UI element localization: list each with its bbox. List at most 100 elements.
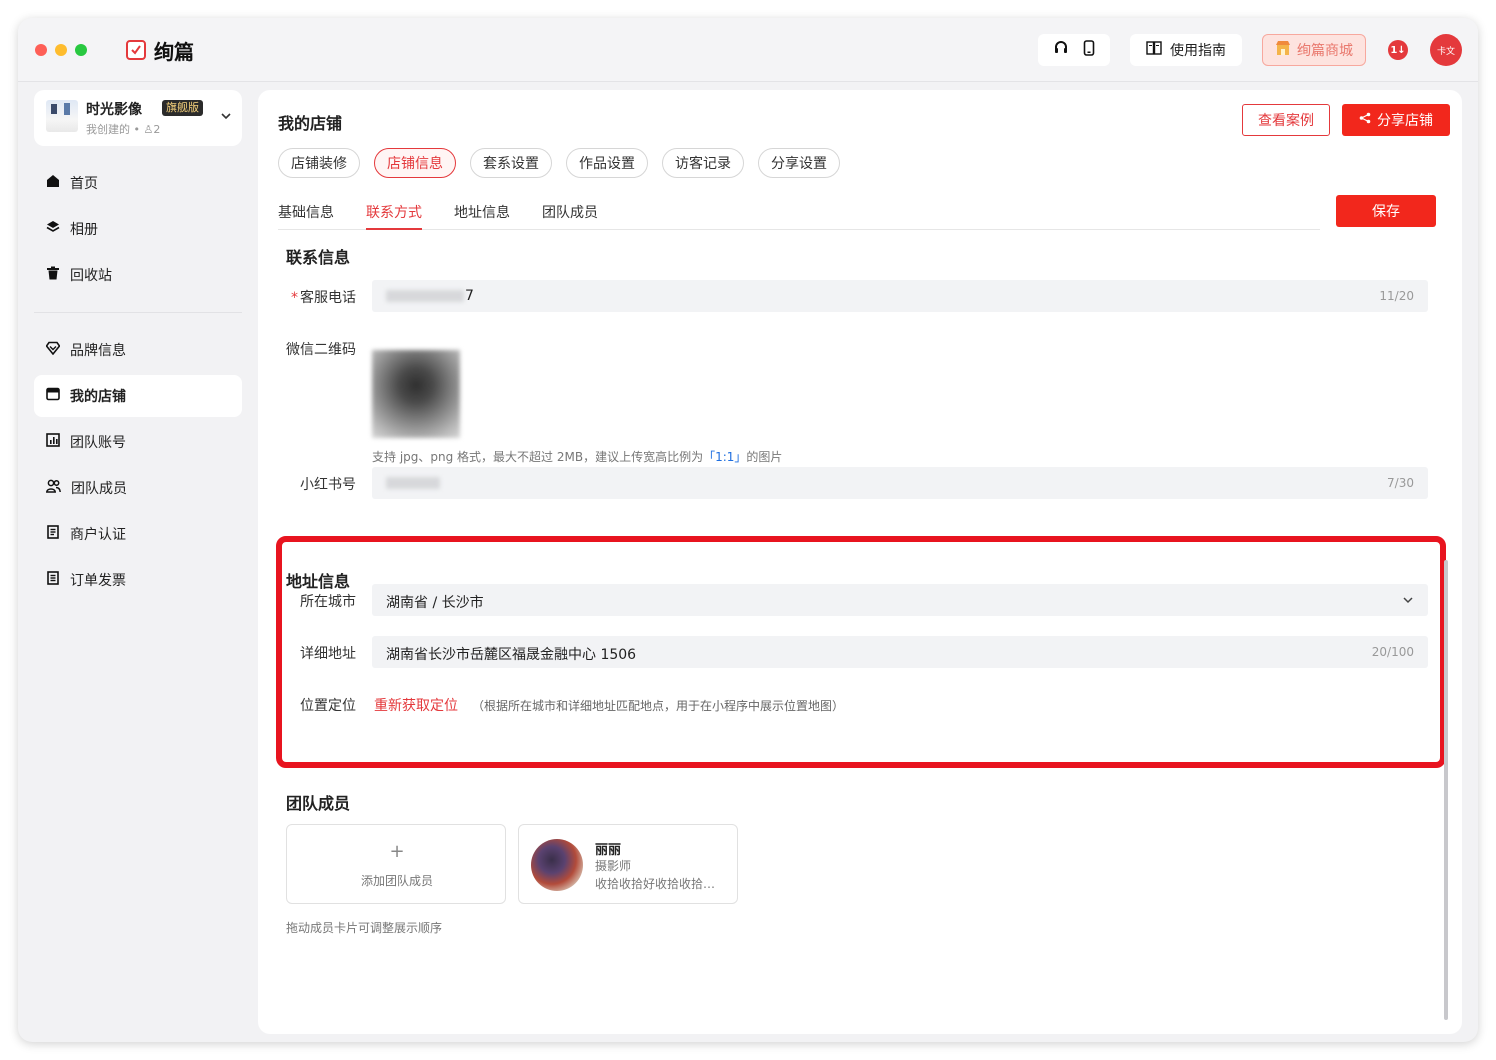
guide-button[interactable]: 使用指南 xyxy=(1130,34,1242,66)
store-switcher[interactable]: 时光影像 旗舰版 我创建的 • ♙2 xyxy=(34,90,242,146)
member-card[interactable]: 丽丽 摄影师 收拾收拾好收拾收拾好收拾 xyxy=(518,824,738,904)
phone-char-count: 11/20 xyxy=(1379,289,1414,303)
active-tab-indicator xyxy=(366,228,422,230)
tab-basic-info[interactable]: 基础信息 xyxy=(278,202,334,222)
window-minimize-button[interactable] xyxy=(55,44,67,56)
detail-address-input[interactable]: 湖南省长沙市岳麓区福晟金融中心 1506 20/100 xyxy=(372,636,1428,668)
phone-label: * 客服电话 xyxy=(291,290,356,306)
app-window: 绚篇 使用指南 绚篇商城 1↓ 卡文 时光影像 旗舰版 我创建的 • ♙2 首页… xyxy=(18,18,1478,1042)
pill-package-settings[interactable]: 套系设置 xyxy=(470,148,552,178)
city-label: 所在城市 xyxy=(300,594,356,610)
guide-label: 使用指南 xyxy=(1170,43,1226,59)
book-icon xyxy=(1146,41,1162,59)
contact-section-title: 联系信息 xyxy=(286,248,351,267)
share-icon xyxy=(1359,112,1371,128)
city-value: 湖南省 / 长沙市 xyxy=(386,595,484,611)
relocate-link[interactable]: 重新获取定位 xyxy=(374,695,458,715)
wechat-qr-label: 微信二维码 xyxy=(286,342,356,358)
xiaohongshu-input[interactable]: 7/30 xyxy=(372,467,1428,499)
sidebar-item-label: 商户认证 xyxy=(70,527,126,543)
xiaohongshu-char-count: 7/30 xyxy=(1387,476,1414,490)
drag-hint: 拖动成员卡片可调整展示顺序 xyxy=(286,921,443,935)
window-maximize-button[interactable] xyxy=(75,44,87,56)
headset-icon[interactable] xyxy=(1053,40,1069,60)
layers-icon xyxy=(46,220,60,238)
store-edition-badge: 旗舰版 xyxy=(162,100,203,116)
pill-share-settings[interactable]: 分享设置 xyxy=(758,148,840,178)
member-name: 丽丽 xyxy=(595,843,622,858)
mobile-preview-icon[interactable] xyxy=(1083,40,1095,60)
mall-button[interactable]: 绚篇商城 xyxy=(1262,34,1366,66)
store-name: 时光影像 xyxy=(86,102,142,118)
add-member-card[interactable]: + 添加团队成员 xyxy=(286,824,506,904)
detail-address-char-count: 20/100 xyxy=(1371,645,1414,659)
user-avatar[interactable]: 卡文 xyxy=(1430,34,1462,66)
diamond-icon xyxy=(45,341,61,359)
sidebar-item-album[interactable]: 相册 xyxy=(34,208,242,250)
pill-store-decoration[interactable]: 店铺装修 xyxy=(278,148,360,178)
pill-store-info[interactable]: 店铺信息 xyxy=(374,148,456,178)
add-member-label: 添加团队成员 xyxy=(360,874,433,888)
main-scrollbar[interactable] xyxy=(1444,560,1448,1020)
store-thumbnail xyxy=(46,100,78,132)
chart-icon xyxy=(46,433,60,451)
info-subtabs: 基础信息 联系方式 地址信息 团队成员 xyxy=(278,194,1320,230)
detail-address-value: 湖南省长沙市岳麓区福晟金融中心 1506 xyxy=(386,647,637,663)
redacted-text xyxy=(386,290,464,302)
sidebar-item-label: 团队账号 xyxy=(70,435,126,451)
sidebar-item-label: 回收站 xyxy=(70,268,112,284)
chevron-down-icon xyxy=(220,110,232,126)
city-select[interactable]: 湖南省 / 长沙市 xyxy=(372,584,1428,616)
trash-icon xyxy=(46,266,60,284)
tab-address[interactable]: 地址信息 xyxy=(454,202,510,222)
tab-contact[interactable]: 联系方式 xyxy=(366,202,422,222)
sidebar-item-team-members[interactable]: 团队成员 xyxy=(34,467,242,509)
pill-works-settings[interactable]: 作品设置 xyxy=(566,148,648,178)
home-icon xyxy=(46,174,60,192)
page-title: 我的店铺 xyxy=(278,114,343,133)
member-bio: 收拾收拾好收拾收拾好收拾 xyxy=(595,877,721,891)
tab-team-members[interactable]: 团队成员 xyxy=(542,202,598,222)
sidebar-item-merchant-verify[interactable]: 商户认证 xyxy=(34,513,242,555)
title-bar: 绚篇 使用指南 绚篇商城 1↓ 卡文 xyxy=(18,18,1478,82)
save-button[interactable]: 保存 xyxy=(1336,195,1436,227)
window-close-button[interactable] xyxy=(35,44,47,56)
view-cases-button[interactable]: 查看案例 xyxy=(1242,104,1330,136)
sidebar-item-invoice[interactable]: 订单发票 xyxy=(34,559,242,601)
required-mark: * xyxy=(291,290,298,306)
sidebar-item-home[interactable]: 首页 xyxy=(34,162,242,204)
main-panel: 我的店铺 查看案例 分享店铺 店铺装修 店铺信息 套系设置 作品设置 访客记录 … xyxy=(258,90,1462,1034)
sidebar-item-trash[interactable]: 回收站 xyxy=(34,254,242,296)
store-icon xyxy=(46,387,60,405)
shop-icon xyxy=(1275,40,1291,60)
location-label: 位置定位 xyxy=(300,698,356,714)
app-name: 绚篇 xyxy=(154,40,194,64)
sidebar-item-brand[interactable]: 品牌信息 xyxy=(34,329,242,371)
sidebar-item-label: 品牌信息 xyxy=(70,343,126,359)
redacted-text xyxy=(386,477,440,489)
support-device-group xyxy=(1038,34,1110,66)
sidebar-item-team-account[interactable]: 团队账号 xyxy=(34,421,242,463)
phone-input[interactable]: 7 11/20 xyxy=(372,280,1428,312)
sidebar-item-label: 订单发票 xyxy=(70,573,126,589)
member-avatar xyxy=(531,839,583,891)
sidebar-item-label: 首页 xyxy=(70,176,98,192)
member-role: 摄影师 xyxy=(595,859,632,873)
sidebar-item-label: 团队成员 xyxy=(71,481,127,497)
mall-label: 绚篇商城 xyxy=(1297,43,1353,59)
app-logo-icon xyxy=(126,40,146,60)
detail-address-label: 详细地址 xyxy=(300,646,356,662)
users-icon xyxy=(46,479,61,497)
sidebar-item-my-store[interactable]: 我的店铺 xyxy=(34,375,242,417)
address-section-title: 地址信息 xyxy=(286,572,351,591)
wechat-qr-image[interactable] xyxy=(372,350,460,438)
share-store-button[interactable]: 分享店铺 xyxy=(1342,104,1450,136)
phone-value: 7 xyxy=(465,288,474,304)
sidebar-item-label: 相册 xyxy=(70,222,98,238)
store-subtitle: 我创建的 • ♙2 xyxy=(86,123,161,136)
wechat-qr-hint: 支持 jpg、png 格式，最大不超过 2MB，建议上传宽高比例为「1:1」的图… xyxy=(372,450,783,464)
sidebar-divider xyxy=(34,312,242,313)
notification-badge[interactable]: 1↓ xyxy=(1388,40,1408,60)
document-icon xyxy=(46,525,60,543)
pill-visitor-log[interactable]: 访客记录 xyxy=(662,148,744,178)
